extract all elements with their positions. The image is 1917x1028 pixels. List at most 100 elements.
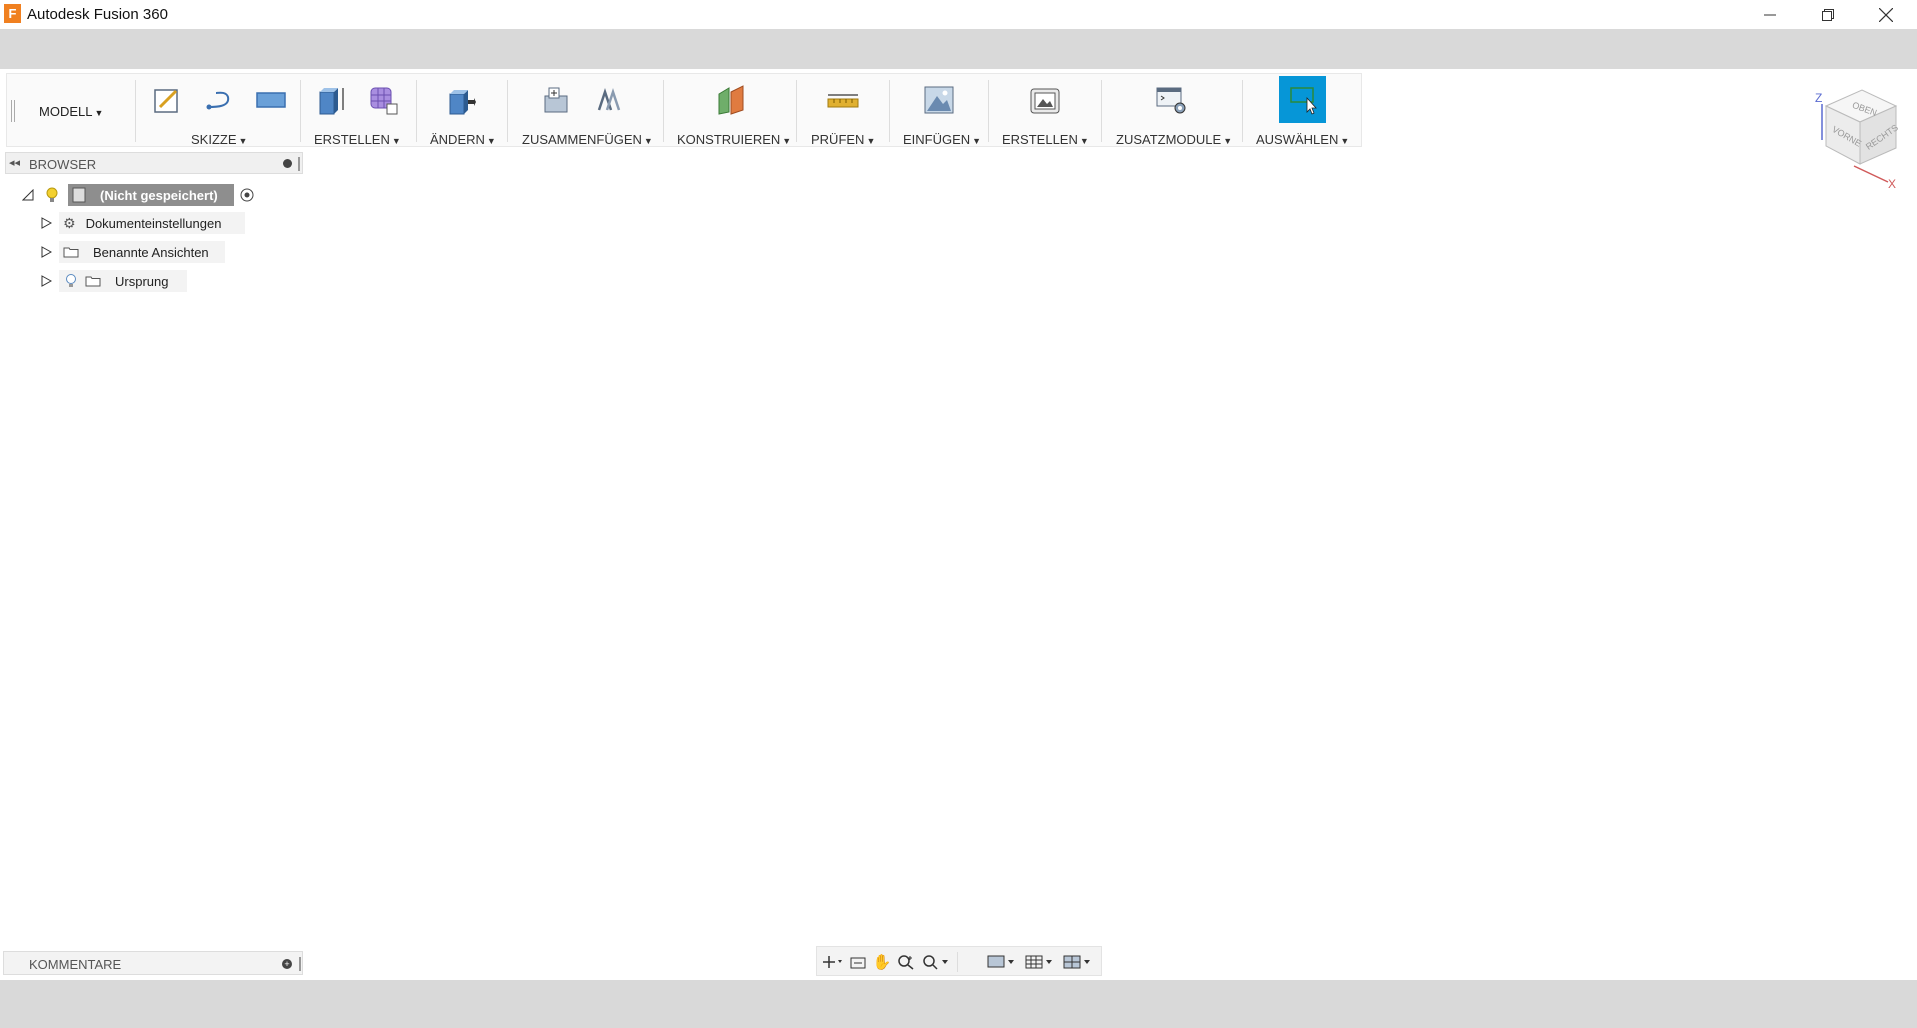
display-settings-button[interactable] bbox=[985, 952, 1017, 972]
toolbar-separator bbox=[988, 80, 989, 142]
group-label-addins[interactable]: ZUSATZMODULE ▼ bbox=[1116, 132, 1232, 147]
measure-icon bbox=[827, 94, 859, 108]
minimize-button[interactable] bbox=[1742, 0, 1798, 29]
group-label-create[interactable]: ERSTELLEN ▼ bbox=[314, 132, 401, 147]
browser-item-document-settings[interactable]: ⚙ Dokumenteinstellungen bbox=[38, 211, 248, 235]
add-comment-icon[interactable]: + bbox=[282, 959, 292, 969]
browser-item-named-views[interactable]: Benannte Ansichten bbox=[38, 240, 248, 264]
minimize-icon bbox=[1764, 14, 1776, 15]
view-cube[interactable]: Z X OBEN VORNE RECHTS bbox=[1810, 86, 1910, 196]
collapsed-triangle-icon[interactable] bbox=[40, 275, 52, 287]
group-label-insert[interactable]: EINFÜGEN ▼ bbox=[903, 132, 981, 147]
gear-icon: ⚙ bbox=[63, 214, 76, 231]
app-logo: F bbox=[4, 4, 21, 23]
collapse-icon[interactable]: ◂◂ bbox=[9, 156, 20, 169]
restore-button[interactable] bbox=[1800, 0, 1856, 29]
visibility-bulb-icon[interactable] bbox=[65, 273, 77, 289]
toolbar-separator bbox=[135, 80, 136, 142]
axis-x-label: X bbox=[1888, 177, 1896, 191]
window-title: Autodesk Fusion 360 bbox=[27, 6, 168, 23]
restore-icon bbox=[1822, 8, 1834, 21]
root-component[interactable]: (Nicht gespeichert) bbox=[68, 184, 234, 206]
comments-title: KOMMENTARE bbox=[29, 957, 122, 972]
display-icon bbox=[987, 955, 1014, 968]
image-icon bbox=[924, 86, 954, 114]
group-label-construct[interactable]: KONSTRUIEREN ▼ bbox=[677, 132, 791, 147]
close-button[interactable] bbox=[1858, 0, 1914, 29]
orbit-icon bbox=[823, 956, 842, 968]
look-at-button[interactable] bbox=[847, 952, 869, 972]
form-icon bbox=[370, 87, 398, 115]
status-band bbox=[0, 980, 1917, 1028]
look-at-icon bbox=[850, 957, 866, 969]
select-button[interactable] bbox=[1279, 76, 1326, 123]
toolbar-separator bbox=[300, 80, 301, 142]
axis-z-label: Z bbox=[1815, 91, 1822, 105]
group-label-modify[interactable]: ÄNDERN ▼ bbox=[430, 132, 496, 147]
browser-root-row[interactable]: (Nicht gespeichert) bbox=[20, 183, 260, 207]
browser-resize-grip[interactable] bbox=[298, 157, 300, 171]
toolbar-separator bbox=[663, 80, 664, 142]
press-pull-icon bbox=[449, 90, 476, 115]
navbar-separator bbox=[957, 952, 958, 972]
title-bar: F Autodesk Fusion 360 bbox=[0, 0, 1917, 29]
component-icon bbox=[544, 87, 568, 113]
addins-icon bbox=[1156, 87, 1186, 114]
activate-radio-icon[interactable] bbox=[240, 188, 254, 202]
browser-title: BROWSER bbox=[29, 157, 97, 172]
extrude-icon bbox=[319, 88, 344, 115]
scripts-addins-button[interactable] bbox=[1154, 82, 1190, 118]
expanded-triangle-icon[interactable] bbox=[22, 189, 34, 201]
select-icon bbox=[1289, 86, 1317, 115]
workspace-dropdown[interactable]: MODELL ▼ bbox=[39, 104, 103, 119]
sketch-icon bbox=[154, 89, 178, 113]
group-label-select[interactable]: AUSWÄHLEN ▼ bbox=[1256, 132, 1349, 147]
group-label-assemble[interactable]: ZUSAMMENFÜGEN ▼ bbox=[522, 132, 653, 147]
joint-button[interactable] bbox=[591, 82, 627, 118]
joint-icon bbox=[597, 88, 621, 111]
create-sketch-button[interactable] bbox=[149, 82, 185, 118]
browser-item-origin[interactable]: Ursprung bbox=[38, 269, 248, 293]
comments-resize-grip[interactable] bbox=[299, 957, 301, 971]
fit-zoom-button[interactable] bbox=[921, 952, 951, 972]
plane-icon bbox=[718, 85, 744, 115]
render-button[interactable] bbox=[1027, 82, 1063, 118]
rectangle-button[interactable] bbox=[253, 82, 289, 118]
viewports-button[interactable] bbox=[1061, 952, 1093, 972]
toolbar-separator bbox=[416, 80, 417, 142]
toolbar-separator bbox=[507, 80, 508, 142]
toolbar-separator bbox=[1242, 80, 1243, 142]
top-band bbox=[0, 29, 1917, 69]
zoom-button[interactable] bbox=[895, 952, 917, 972]
toolbar-separator bbox=[796, 80, 797, 142]
group-label-make[interactable]: ERSTELLEN ▼ bbox=[1002, 132, 1089, 147]
group-label-inspect[interactable]: PRÜFEN ▼ bbox=[811, 132, 875, 147]
offset-plane-button[interactable] bbox=[713, 82, 749, 118]
line-button[interactable] bbox=[201, 82, 237, 118]
root-label: (Nicht gespeichert) bbox=[100, 187, 218, 203]
extrude-button[interactable] bbox=[313, 82, 349, 118]
rectangle-icon bbox=[256, 92, 286, 108]
pan-button[interactable]: ✋ bbox=[871, 952, 893, 972]
insert-image-button[interactable] bbox=[921, 82, 957, 118]
new-component-button[interactable] bbox=[539, 82, 575, 118]
orbit-button[interactable] bbox=[821, 952, 843, 972]
toolbar-separator bbox=[1101, 80, 1102, 142]
grid-icon bbox=[1025, 955, 1052, 969]
press-pull-button[interactable] bbox=[443, 82, 479, 118]
viewports-icon bbox=[1063, 955, 1090, 969]
browser-item-label: Ursprung bbox=[115, 273, 169, 289]
collapsed-triangle-icon[interactable] bbox=[40, 217, 52, 229]
form-button[interactable] bbox=[365, 82, 401, 118]
browser-minimize-icon[interactable] bbox=[283, 159, 292, 168]
grid-settings-button[interactable] bbox=[1023, 952, 1055, 972]
document-icon bbox=[72, 187, 86, 203]
measure-button[interactable] bbox=[825, 82, 861, 118]
render-icon bbox=[1030, 88, 1060, 114]
group-label-sketch[interactable]: SKIZZE ▼ bbox=[191, 132, 247, 147]
toolbar: MODELL ▼ SKIZZE ▼ ERSTELLEN ▼ ÄNDERN ▼ Z… bbox=[6, 73, 1362, 147]
collapsed-triangle-icon[interactable] bbox=[40, 246, 52, 258]
toolbar-grip[interactable] bbox=[11, 100, 15, 122]
zoom-window-icon bbox=[923, 955, 948, 970]
visibility-bulb-icon[interactable] bbox=[46, 187, 58, 203]
